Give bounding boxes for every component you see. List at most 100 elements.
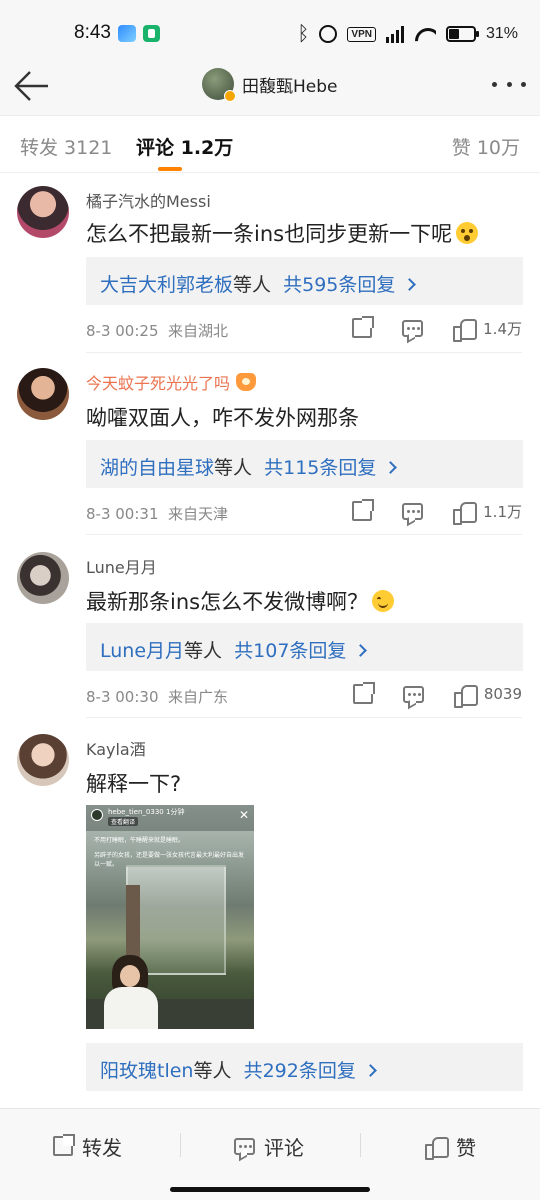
commenter-avatar[interactable]	[17, 368, 69, 420]
back-arrow-icon[interactable]	[12, 68, 52, 104]
like-count: 8039	[483, 685, 522, 703]
chevron-right-icon	[354, 644, 368, 657]
fan-badge-icon	[236, 373, 257, 391]
share-icon	[352, 682, 375, 704]
image-body	[104, 987, 158, 1029]
author-name[interactable]: 田馥甄Hebe	[242, 72, 338, 97]
divider	[360, 1133, 361, 1157]
like-button[interactable]: 1.4万	[453, 317, 522, 342]
commenter-avatar[interactable]	[17, 734, 69, 786]
divider	[86, 352, 522, 353]
commenter-avatar[interactable]	[17, 186, 69, 238]
commenter-avatar[interactable]	[17, 552, 69, 604]
tab-bar: 转发 3121 评论 1.2万 赞 10万	[0, 117, 540, 173]
comment-text: 解释一下?	[86, 772, 182, 796]
shield-app-icon	[143, 25, 160, 42]
share-button[interactable]	[352, 316, 375, 338]
tab-active-indicator	[158, 167, 182, 171]
reply-button[interactable]	[402, 319, 424, 337]
wifi-icon	[414, 26, 436, 42]
commenter-name[interactable]: 今天蚊子死光光了吗	[86, 370, 257, 394]
bottom-action-bar: 转发 评论 赞	[0, 1108, 540, 1200]
comment-icon	[402, 502, 424, 520]
tab-comment[interactable]: 评论 1.2万	[136, 133, 233, 160]
share-icon	[352, 499, 375, 521]
divider	[180, 1133, 181, 1157]
divider	[86, 717, 522, 718]
chevron-right-icon	[363, 1064, 377, 1077]
like-button[interactable]: 赞	[425, 1131, 476, 1161]
share-icon	[352, 316, 375, 338]
comment-actions: 1.4万	[322, 316, 522, 342]
post-author[interactable]: 田馥甄Hebe	[202, 66, 338, 102]
reply-count[interactable]: 共115条回复	[264, 457, 376, 479]
like-button[interactable]: 8039	[453, 683, 522, 708]
story-header: hebe_tien_0330 1分钟 查看翻译 ✕	[86, 805, 254, 831]
battery-percent: 31%	[485, 25, 518, 42]
top-nav: 田馥甄Hebe	[0, 66, 540, 116]
reply-users[interactable]: 湖的自由星球	[100, 457, 214, 479]
tab-repost[interactable]: 转发 3121	[20, 133, 112, 160]
share-button[interactable]	[352, 682, 375, 704]
chevron-right-icon	[403, 278, 417, 291]
thumbs-up-icon	[453, 500, 478, 525]
commenter-name[interactable]: 橘子汽水的Messi	[86, 188, 211, 212]
story-avatar	[91, 809, 103, 821]
reply-users[interactable]: 阳玫瑰tlen	[100, 1060, 193, 1082]
reply-button[interactable]	[402, 502, 424, 520]
reply-users[interactable]: 大吉大利郭老板	[100, 274, 233, 296]
author-avatar[interactable]	[202, 68, 236, 102]
divider	[86, 534, 522, 535]
reply-summary[interactable]: 大吉大利郭老板等人 共595条回复	[86, 257, 523, 305]
reply-users-suffix: 等人	[233, 274, 272, 296]
share-button[interactable]	[352, 499, 375, 521]
reply-summary[interactable]: Lune月月等人 共107条回复	[86, 623, 523, 671]
status-time: 8:43	[74, 22, 111, 43]
comment-text: 怎么不把最新一条ins也同步更新一下呢	[86, 218, 479, 248]
bluetooth-icon	[297, 21, 309, 45]
smile-emoji-icon	[372, 590, 395, 612]
reply-summary[interactable]: 阳玫瑰tlen等人 共292条回复	[86, 1043, 523, 1091]
comment-button[interactable]: 评论	[234, 1131, 304, 1161]
reply-count[interactable]: 共107条回复	[234, 640, 346, 662]
status-bar: 8:43 VPN 31%	[0, 0, 540, 66]
reply-count[interactable]: 共595条回复	[283, 274, 395, 296]
signal-icon	[385, 25, 404, 43]
comment-meta: 8-3 00:31 来自天津	[86, 505, 229, 523]
comment-meta: 8-3 00:30 来自广东	[86, 688, 229, 706]
story-caption-2: 另辟子的女孩，还是要做一张女孩代言最大利最好自出发以一赋。	[94, 852, 245, 868]
reply-count[interactable]: 共292条回复	[244, 1060, 356, 1082]
repost-icon	[53, 1134, 75, 1156]
alarm-icon	[319, 25, 338, 43]
thumbs-up-icon	[453, 317, 478, 342]
reply-users-suffix: 等人	[214, 457, 253, 479]
image-face	[120, 965, 140, 987]
comment-image[interactable]: hebe_tien_0330 1分钟 查看翻译 ✕ 不用打睡眠，午睡醒来就是睡眠…	[86, 805, 254, 1029]
like-button[interactable]: 1.1万	[453, 500, 522, 525]
commenter-name[interactable]: Lune月月	[86, 554, 157, 578]
like-count: 1.4万	[483, 319, 522, 338]
comment-actions: 1.1万	[322, 499, 522, 525]
reply-users-suffix: 等人	[184, 640, 223, 662]
reply-button[interactable]	[402, 685, 424, 703]
like-count: 1.1万	[483, 502, 522, 521]
reply-summary[interactable]: 湖的自由星球等人 共115条回复	[86, 440, 523, 488]
thumbs-up-icon	[453, 683, 478, 708]
tab-like[interactable]: 赞 10万	[452, 133, 520, 160]
home-indicator[interactable]	[170, 1187, 370, 1192]
comment-meta: 8-3 00:25 来自湖北	[86, 322, 229, 340]
commenter-name[interactable]: Kayla酒	[86, 736, 146, 760]
reply-users-suffix: 等人	[193, 1060, 232, 1082]
story-caption-1: 不用打睡眠，午睡醒来就是睡眠。	[94, 837, 185, 844]
more-icon[interactable]	[492, 78, 526, 90]
shocked-emoji-icon	[456, 222, 479, 244]
repost-button[interactable]: 转发	[53, 1131, 122, 1161]
reply-users[interactable]: Lune月月	[100, 640, 184, 662]
cloud-app-icon	[118, 25, 136, 42]
comment-text: 呦嚯双面人，咋不发外网那条	[86, 406, 359, 430]
story-translate: 查看翻译	[108, 817, 139, 826]
story-user: hebe_tien_0330 1分钟	[108, 808, 185, 816]
vpn-badge: VPN	[347, 26, 376, 42]
comment-text: 最新那条ins怎么不发微博啊？	[86, 586, 395, 616]
battery-icon	[445, 26, 479, 42]
